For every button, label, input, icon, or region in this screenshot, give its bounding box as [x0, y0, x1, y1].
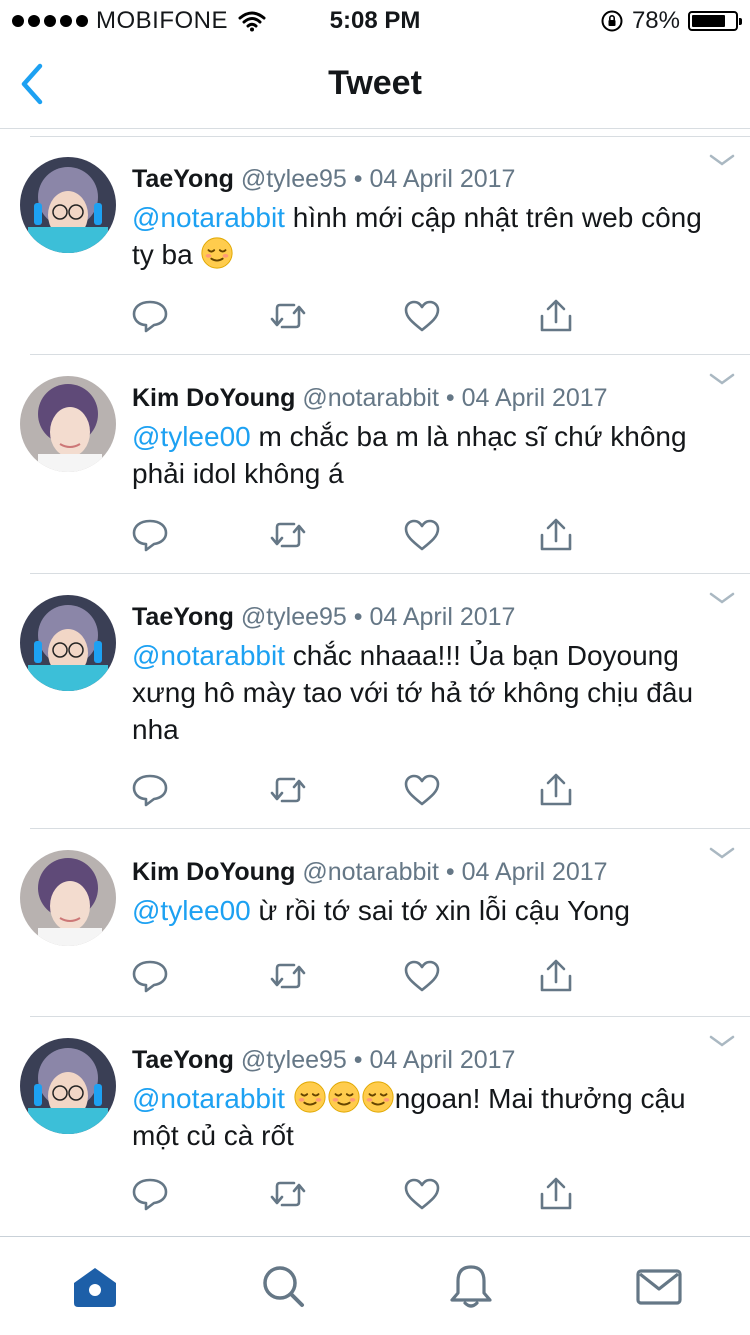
status-bar: MOBIFONE 5:08 PM 78%: [0, 0, 750, 40]
relieved-face-emoji: [200, 237, 234, 270]
tweet[interactable]: Kim DoYoung @notarabbit • 04 April 2017 …: [0, 356, 750, 574]
tweet[interactable]: TaeYong @tylee95 • 04 April 2017 @notara…: [0, 137, 750, 355]
tweet-actions: [130, 772, 590, 812]
tweet-body-text: [285, 1083, 293, 1114]
reply-icon[interactable]: [130, 1176, 170, 1212]
reply-icon[interactable]: [130, 958, 170, 994]
retweet-icon[interactable]: [268, 298, 308, 334]
tweet-date: 04 April 2017: [461, 858, 608, 886]
reply-icon[interactable]: [130, 772, 170, 808]
tweet-text: @notarabbit chắc nhaaa!!! Ủa bạn Doyoung…: [132, 637, 712, 748]
tweet-actions: [130, 298, 590, 338]
retweet-icon[interactable]: [268, 772, 308, 808]
author-name[interactable]: Kim DoYoung: [132, 384, 295, 412]
status-right: 78%: [600, 7, 742, 35]
share-icon[interactable]: [536, 772, 576, 808]
reply-icon[interactable]: [130, 298, 170, 334]
chevron-down-icon[interactable]: [708, 589, 736, 609]
author-handle[interactable]: @notarabbit: [302, 858, 439, 886]
search-icon[interactable]: [258, 1263, 308, 1309]
tweet[interactable]: TaeYong @tylee95 • 04 April 2017 @notara…: [0, 1018, 750, 1236]
chevron-down-icon[interactable]: [708, 1032, 736, 1052]
mention-link[interactable]: @notarabbit: [132, 640, 285, 671]
battery-percentage: 78%: [631, 7, 680, 34]
avatar[interactable]: [20, 850, 116, 946]
chevron-down-icon[interactable]: [708, 844, 736, 864]
chevron-down-icon[interactable]: [708, 370, 736, 390]
tweet-actions: [130, 517, 590, 557]
like-icon[interactable]: [402, 1176, 442, 1212]
author-handle[interactable]: @notarabbit: [302, 384, 439, 412]
separator: •: [353, 603, 363, 631]
divider: [30, 354, 750, 355]
tweet-body-text: ừ rồi tớ sai tớ xin lỗi cậu Yong: [250, 895, 630, 926]
divider: [30, 1016, 750, 1017]
retweet-icon[interactable]: [268, 517, 308, 553]
like-icon[interactable]: [402, 517, 442, 553]
tweet-text: @tylee00 ừ rồi tớ sai tớ xin lỗi cậu Yon…: [132, 892, 712, 929]
separator: •: [445, 858, 455, 886]
author-handle[interactable]: @tylee95: [241, 603, 347, 631]
author-handle[interactable]: @tylee95: [241, 165, 347, 193]
tweet-date: 04 April 2017: [369, 603, 516, 631]
avatar[interactable]: [20, 1038, 116, 1134]
tweet-actions: [130, 958, 590, 998]
like-icon[interactable]: [402, 298, 442, 334]
mention-link[interactable]: @notarabbit: [132, 202, 285, 233]
relieved-face-emoji: [293, 1081, 395, 1114]
share-icon[interactable]: [536, 298, 576, 334]
author-name[interactable]: TaeYong: [132, 165, 234, 193]
author-name[interactable]: TaeYong: [132, 1046, 234, 1074]
tweet-date: 04 April 2017: [369, 1046, 516, 1074]
retweet-icon[interactable]: [268, 1176, 308, 1212]
retweet-icon[interactable]: [268, 958, 308, 994]
avatar[interactable]: [20, 157, 116, 253]
tweet-text: @notarabbit hình mới cập nhật trên web c…: [132, 199, 712, 273]
tweet-text: @tylee00 m chắc ba m là nhạc sĩ chứ khôn…: [132, 418, 712, 492]
page-title: Tweet: [328, 64, 422, 102]
like-icon[interactable]: [402, 772, 442, 808]
notifications-icon[interactable]: [446, 1263, 496, 1309]
share-icon[interactable]: [536, 958, 576, 994]
chevron-down-icon[interactable]: [708, 151, 736, 171]
author-handle[interactable]: @tylee95: [241, 1046, 347, 1074]
tweet-text: @notarabbit ngoan! Mai thưởng cậu một củ…: [132, 1080, 712, 1154]
tweet-header: TaeYong @tylee95 • 04 April 2017: [132, 603, 515, 632]
avatar[interactable]: [20, 595, 116, 691]
like-icon[interactable]: [402, 958, 442, 994]
share-icon[interactable]: [536, 1176, 576, 1212]
orientation-lock-icon: [601, 10, 623, 32]
battery-icon: [688, 11, 742, 31]
tweet-header: TaeYong @tylee95 • 04 April 2017: [132, 1046, 515, 1075]
tweet-header: Kim DoYoung @notarabbit • 04 April 2017: [132, 384, 608, 413]
tweet-date: 04 April 2017: [369, 165, 516, 193]
messages-icon[interactable]: [634, 1263, 684, 1309]
divider: [30, 573, 750, 574]
tweet-actions: [130, 1176, 590, 1216]
tweet-date: 04 April 2017: [461, 384, 608, 412]
share-icon[interactable]: [536, 517, 576, 553]
divider: [30, 828, 750, 829]
navigation-bar: Tweet: [0, 40, 750, 129]
tweet-header: TaeYong @tylee95 • 04 April 2017: [132, 165, 515, 194]
separator: •: [353, 165, 363, 193]
mention-link[interactable]: @tylee00: [132, 421, 251, 452]
tab-bar: [0, 1236, 750, 1335]
separator: •: [445, 384, 455, 412]
home-icon[interactable]: [70, 1263, 120, 1309]
reply-icon[interactable]: [130, 517, 170, 553]
tweet[interactable]: Kim DoYoung @notarabbit • 04 April 2017 …: [0, 830, 750, 1017]
mention-link[interactable]: @tylee00: [132, 895, 251, 926]
tweet[interactable]: TaeYong @tylee95 • 04 April 2017 @notara…: [0, 575, 750, 829]
tweet-header: Kim DoYoung @notarabbit • 04 April 2017: [132, 858, 608, 887]
avatar[interactable]: [20, 376, 116, 472]
author-name[interactable]: Kim DoYoung: [132, 858, 295, 886]
separator: •: [353, 1046, 363, 1074]
mention-link[interactable]: @notarabbit: [132, 1083, 285, 1114]
author-name[interactable]: TaeYong: [132, 603, 234, 631]
